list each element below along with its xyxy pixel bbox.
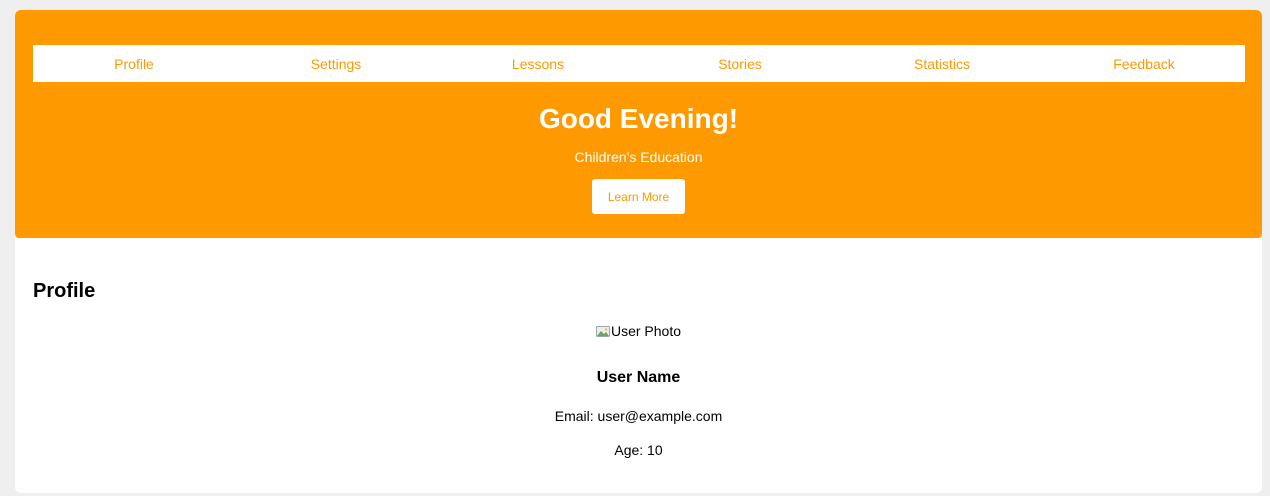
user-photo-alt-text: User Photo — [610, 323, 682, 339]
main-nav: Profile Settings Lessons Stories Statist… — [33, 45, 1245, 82]
nav-item-statistics[interactable]: Statistics — [841, 56, 1043, 72]
profile-card: Profile User Photo User Name Email: user… — [15, 238, 1262, 493]
learn-more-button[interactable]: Learn More — [592, 179, 685, 214]
user-email: Email: user@example.com — [554, 408, 723, 424]
section-title: Profile — [33, 280, 96, 302]
user-name: User Name — [596, 369, 681, 386]
broken-image-icon — [595, 326, 610, 337]
nav-item-settings[interactable]: Settings — [235, 56, 437, 72]
nav-item-feedback[interactable]: Feedback — [1043, 56, 1245, 72]
nav-item-stories[interactable]: Stories — [639, 56, 841, 72]
hero-banner: Profile Settings Lessons Stories Statist… — [15, 10, 1262, 239]
user-age: Age: 10 — [614, 442, 663, 458]
nav-item-profile[interactable]: Profile — [33, 56, 235, 72]
hero-title: Good Evening! — [538, 103, 739, 134]
user-photo: User Photo — [15, 323, 1262, 339]
nav-item-lessons[interactable]: Lessons — [437, 56, 639, 72]
hero-subtitle: Children's Education — [574, 149, 703, 165]
